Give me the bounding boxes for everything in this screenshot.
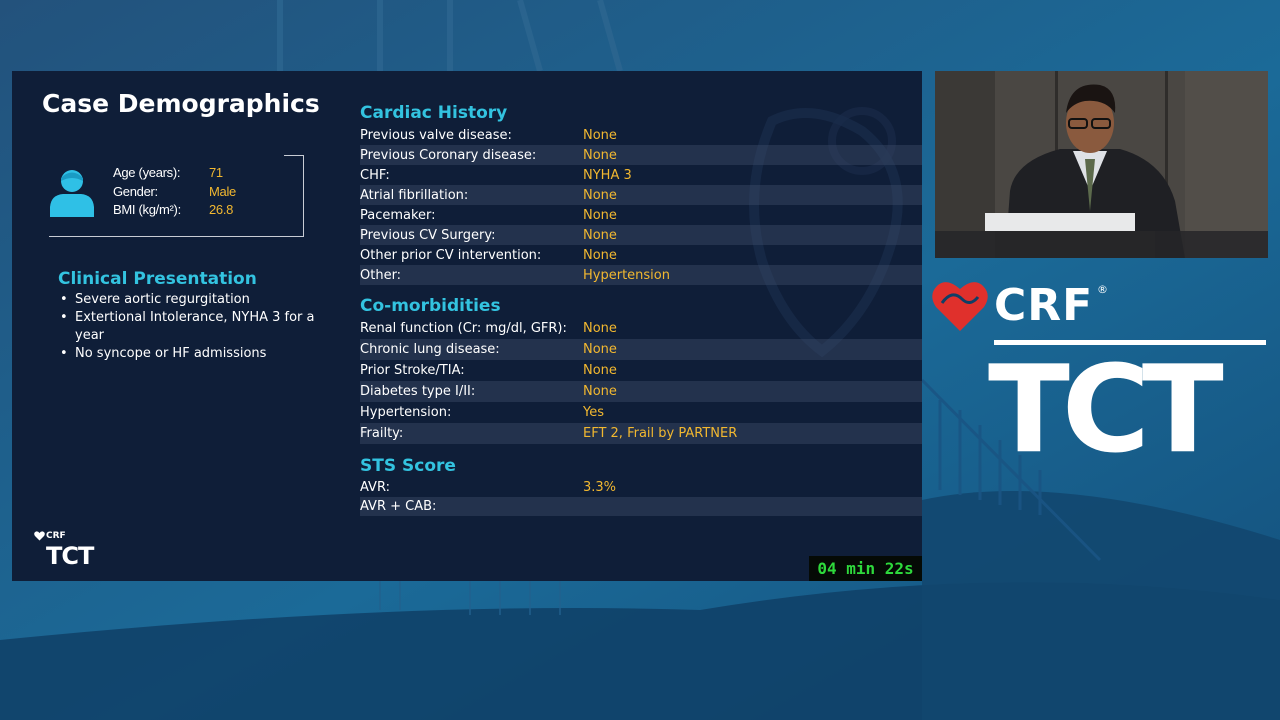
row-label: Other: — [360, 267, 402, 283]
comorbidities-heading: Co-morbidities — [360, 296, 501, 316]
list-item: No syncope or HF admissions — [58, 345, 318, 363]
demographics-row-gender: Gender: Male — [113, 184, 236, 203]
table-row: Pacemaker: None — [360, 205, 922, 225]
comorbidities-table: Renal function (Cr: mg/dl, GFR): None Chr… — [360, 318, 922, 444]
demographics-row-bmi: BMI (kg/m²): 26.8 — [113, 202, 236, 221]
row-label: Diabetes type I/II: — [360, 384, 476, 399]
row-value: None — [583, 147, 617, 163]
table-row: AVR: 3.3% — [360, 478, 922, 497]
row-value: None — [583, 342, 617, 357]
row-label: Other prior CV intervention: — [360, 247, 542, 263]
demographics-value: Male — [209, 183, 236, 199]
demographics-row-age: Age (years): 71 — [113, 165, 236, 184]
row-label: AVR: — [360, 480, 390, 495]
table-row: Atrial fibrillation: None — [360, 185, 922, 205]
row-value: NYHA 3 — [583, 167, 632, 183]
demographics-list: Age (years): 71 Gender: Male BMI (kg/m²)… — [113, 165, 236, 221]
demographics-label: Gender: — [113, 183, 158, 199]
row-label: Chronic lung disease: — [360, 342, 500, 357]
small-logo-crf: CRF — [46, 531, 66, 541]
list-item: Severe aortic regurgitation — [58, 291, 318, 309]
table-row: Diabetes type I/II: None — [360, 381, 922, 402]
speaker-image — [935, 71, 1268, 258]
row-value: EFT 2, Frail by PARTNER — [583, 426, 738, 441]
speaker-video-feed — [935, 71, 1268, 258]
table-row: AVR + CAB: — [360, 497, 922, 516]
row-label: Previous Coronary disease: — [360, 147, 537, 163]
row-value: None — [583, 363, 617, 378]
clinical-presentation-heading: Clinical Presentation — [58, 269, 257, 289]
cardiac-history-heading: Cardiac History — [360, 103, 508, 123]
registered-mark: ® — [1097, 283, 1108, 296]
crf-tct-small-logo: CRF TCT — [34, 530, 109, 575]
row-value: None — [583, 127, 617, 143]
row-label: Hypertension: — [360, 405, 452, 420]
row-value: Yes — [583, 405, 604, 420]
demographics-value: 26.8 — [209, 202, 234, 217]
row-value: None — [583, 321, 617, 336]
row-value: 3.3% — [583, 480, 617, 495]
sts-score-heading: STS Score — [360, 456, 456, 476]
row-label: Frailty: — [360, 426, 404, 441]
presentation-slide: Case Demographics Age (years): 71 Gender… — [12, 71, 922, 581]
cardiac-history-table: Previous valve disease: None Previous Cor… — [360, 125, 922, 285]
row-label: Renal function (Cr: mg/dl, GFR): — [360, 321, 567, 336]
row-value: None — [583, 384, 617, 399]
presentation-timer: 04 min 22s — [809, 556, 922, 581]
clinical-presentation-list: Severe aortic regurgitation Extertional … — [58, 291, 318, 363]
row-value: None — [583, 187, 617, 203]
table-row: Previous valve disease: None — [360, 125, 922, 145]
row-value: None — [583, 247, 617, 263]
row-label: Atrial fibrillation: — [360, 187, 469, 203]
table-row: Previous CV Surgery: None — [360, 225, 922, 245]
table-row: Hypertension: Yes — [360, 402, 922, 423]
patient-person-icon — [50, 170, 94, 217]
row-label: AVR + CAB: — [360, 499, 437, 514]
small-logo-tct: TCT — [46, 542, 94, 570]
row-value: None — [583, 207, 617, 223]
crf-wordmark: CRF — [994, 280, 1094, 331]
list-item: Extertional Intolerance, NYHA 3 for a ye… — [58, 309, 318, 345]
row-label: CHF: — [360, 167, 390, 183]
demographics-value: 71 — [209, 165, 223, 180]
tct-wordmark: TCT — [988, 341, 1224, 480]
row-label: Pacemaker: — [360, 207, 436, 223]
demographics-box: Age (years): 71 Gender: Male BMI (kg/m²)… — [49, 155, 304, 237]
table-row: Prior Stroke/TIA: None — [360, 360, 922, 381]
table-row: Other: Hypertension — [360, 265, 922, 285]
row-label: Previous CV Surgery: — [360, 227, 496, 243]
demographics-label: Age (years): — [113, 165, 181, 180]
crf-heart-icon — [932, 282, 988, 331]
table-row: Previous Coronary disease: None — [360, 145, 922, 165]
crf-tct-logo: CRF ® TCT — [932, 275, 1268, 485]
heart-icon — [34, 531, 45, 541]
table-row: Renal function (Cr: mg/dl, GFR): None — [360, 318, 922, 339]
sts-score-table: AVR: 3.3% AVR + CAB: — [360, 478, 922, 516]
table-row: Frailty: EFT 2, Frail by PARTNER — [360, 423, 922, 444]
row-value: Hypertension — [583, 267, 670, 283]
row-label: Prior Stroke/TIA: — [360, 363, 465, 378]
table-row: Chronic lung disease: None — [360, 339, 922, 360]
row-value: None — [583, 227, 617, 243]
row-label: Previous valve disease: — [360, 127, 512, 143]
table-row: Other prior CV intervention: None — [360, 245, 922, 265]
table-row: CHF: NYHA 3 — [360, 165, 922, 185]
slide-title: Case Demographics — [42, 89, 320, 118]
demographics-label: BMI (kg/m²): — [113, 202, 181, 217]
